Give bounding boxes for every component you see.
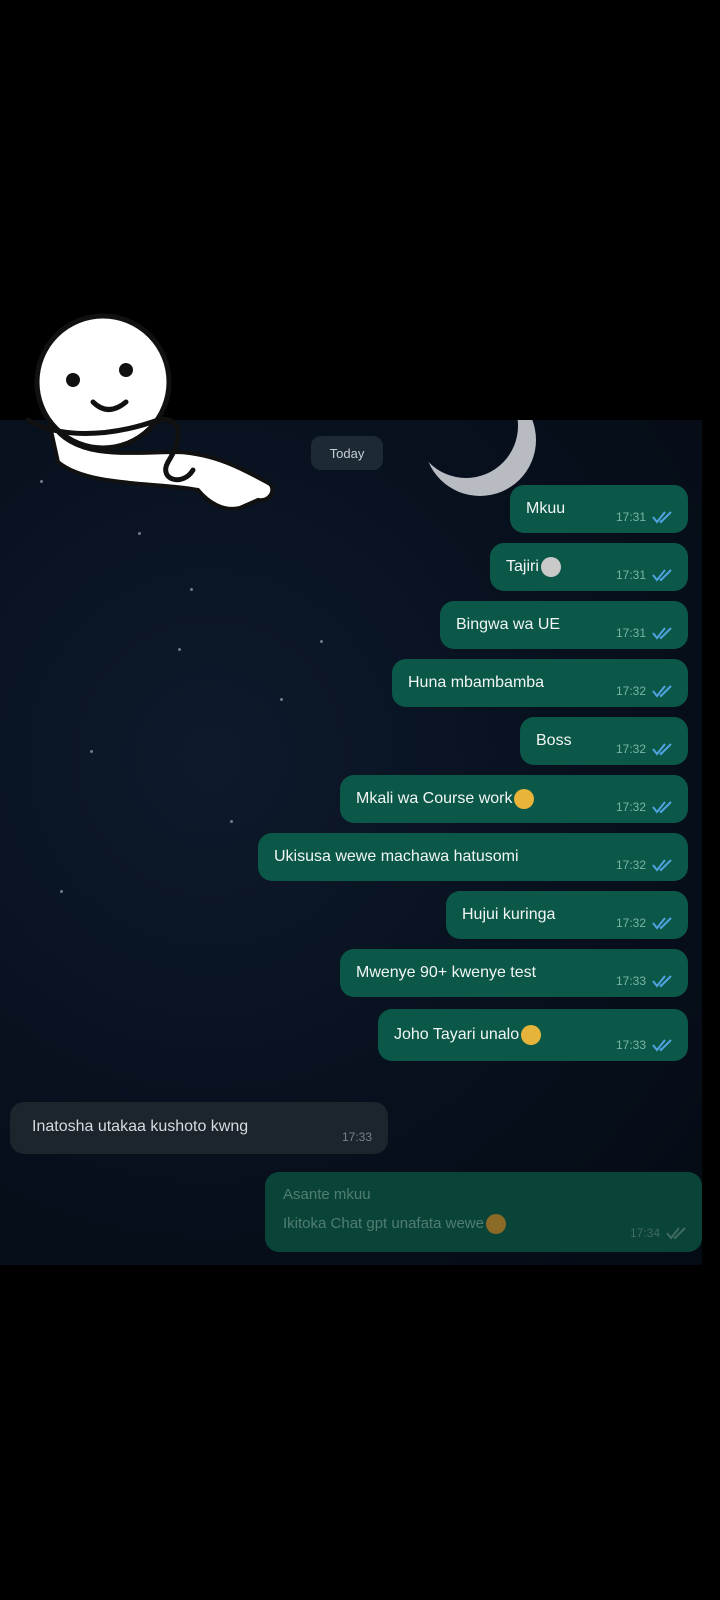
outgoing-message[interactable]: Bingwa wa UE 17:31 — [440, 601, 688, 649]
raised-hands-icon — [514, 789, 535, 809]
message-time: 17:34 — [629, 1226, 660, 1240]
message-text: Tajiri — [490, 557, 561, 577]
double-check-icon — [652, 1039, 672, 1052]
message-text-content: Ikitoka Chat gpt unafata wewe — [283, 1214, 484, 1232]
message-text-content: Joho Tayari unalo — [394, 1026, 520, 1044]
message-time: 17:32 — [615, 742, 646, 756]
message-text-content: Mkali wa Course work — [356, 790, 513, 808]
star — [230, 820, 233, 823]
double-check-icon — [652, 859, 672, 872]
outgoing-message[interactable]: Ukisusa wewe machawa hatusomi 17:32 — [258, 833, 688, 881]
message-text: Mwenye 90+ kwenye test — [356, 964, 537, 981]
message-text: Mkali wa Course work — [340, 789, 535, 809]
outgoing-message[interactable]: Boss 17:32 — [520, 717, 688, 765]
star — [190, 588, 193, 591]
double-check-icon — [652, 743, 672, 756]
date-label: Today — [329, 445, 365, 461]
double-check-icon — [652, 627, 672, 640]
message-time: 17:33 — [615, 974, 646, 988]
message-text-content: Tajiri — [506, 558, 539, 576]
message-time: 17:31 — [615, 568, 646, 582]
double-check-icon — [652, 511, 672, 524]
message-text: Bingwa wa UE — [456, 616, 561, 633]
outgoing-message[interactable]: Huna mbambamba 17:32 — [392, 659, 688, 707]
ok-hand-icon — [521, 1025, 542, 1045]
message-time: 17:32 — [615, 916, 646, 930]
message-text-line-2: Ikitoka Chat gpt unafata wewe — [283, 1214, 506, 1234]
star — [138, 532, 141, 535]
star — [90, 750, 93, 753]
double-check-icon — [666, 1227, 686, 1240]
message-time: 17:31 — [615, 510, 646, 524]
outgoing-message[interactable]: Mkuu 17:31 — [510, 485, 688, 533]
message-time: 17:31 — [615, 626, 646, 640]
date-separator: Today — [311, 436, 383, 470]
message-text: Boss — [536, 732, 572, 749]
message-time: 17:32 — [615, 800, 646, 814]
double-check-icon — [652, 975, 672, 988]
message-text: Inatosha utakaa kushoto kwng — [32, 1118, 249, 1135]
grinning-face-icon — [485, 1214, 506, 1234]
lounging-character-sticker — [25, 313, 275, 511]
message-time: 17:33 — [615, 1038, 646, 1052]
outgoing-message[interactable]: Mkali wa Course work 17:32 — [340, 775, 688, 823]
message-text-line-1: Asante mkuu — [283, 1186, 371, 1203]
double-check-icon — [652, 917, 672, 930]
message-time: 17:33 — [341, 1130, 372, 1144]
message-text: Joho Tayari unalo — [378, 1025, 542, 1045]
message-time: 17:32 — [615, 858, 646, 872]
star — [320, 640, 323, 643]
double-check-icon — [652, 801, 672, 814]
star — [60, 890, 63, 893]
outgoing-message[interactable]: Asante mkuu Ikitoka Chat gpt unafata wew… — [265, 1172, 702, 1252]
double-check-icon — [652, 569, 672, 582]
message-text: Ukisusa wewe machawa hatusomi — [274, 848, 519, 865]
outgoing-message[interactable]: Tajiri 17:31 — [490, 543, 688, 591]
money-face-icon — [540, 557, 561, 577]
star — [280, 698, 283, 701]
outgoing-message[interactable]: Mwenye 90+ kwenye test 17:33 — [340, 949, 688, 997]
message-text: Hujui kuringa — [462, 906, 556, 923]
chat-panel: Today Mkuu 17:31 Tajiri 17:31 Bingwa wa … — [0, 420, 702, 1265]
message-text: Mkuu — [526, 500, 566, 517]
outgoing-message[interactable]: Hujui kuringa 17:32 — [446, 891, 688, 939]
incoming-message[interactable]: Inatosha utakaa kushoto kwng 17:33 — [10, 1102, 388, 1154]
message-text: Huna mbambamba — [408, 674, 545, 691]
star — [178, 648, 181, 651]
outgoing-message[interactable]: Joho Tayari unalo 17:33 — [378, 1009, 688, 1061]
double-check-icon — [652, 685, 672, 698]
message-time: 17:32 — [615, 684, 646, 698]
